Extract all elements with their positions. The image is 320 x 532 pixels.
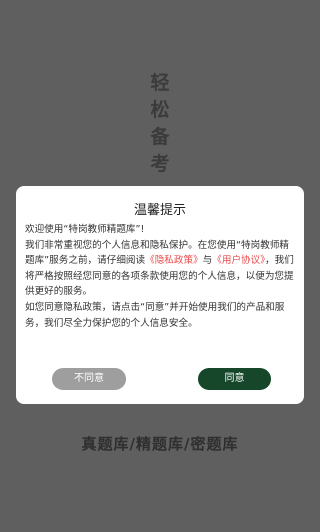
splash-slogan: 轻 松 备 考 <box>148 70 172 178</box>
consent-paragraph: 如您同意隐私政策，请点击“同意”并开始使用我们的产品和服务，我们尽全力保护您的个… <box>25 301 285 329</box>
dialog-title: 温馨提示 <box>133 203 186 218</box>
policy-paragraph: 我们非常重视您的个人信息和隐私保护。在您使用“特岗教师精题库”服务之前，请仔细阅… <box>25 238 297 300</box>
user-agreement-link[interactable]: 《用户协议》 <box>212 255 265 266</box>
agree-button[interactable]: 同意 <box>198 368 271 390</box>
slogan-char: 松 <box>150 99 170 121</box>
welcome-text: 欢迎使用“特岗教师精题库”! <box>25 224 145 235</box>
dialog-body: 欢迎使用“特岗教师精题库”! 我们非常重视您的个人信息和隐私保护。在您使用“特岗… <box>25 222 297 331</box>
privacy-dialog: 温馨提示 欢迎使用“特岗教师精题库”! 我们非常重视您的个人信息和隐私保护。在您… <box>16 186 304 404</box>
decline-button[interactable]: 不同意 <box>52 368 126 390</box>
slogan-char: 轻 <box>150 72 170 94</box>
splash-tagline: 真题库/精题库/密题库 <box>81 435 239 453</box>
policy-text-joiner: 与 <box>202 255 213 267</box>
slogan-char: 考 <box>150 153 170 175</box>
slogan-char: 备 <box>150 126 170 148</box>
privacy-policy-link[interactable]: 《隐私政策》 <box>145 255 203 266</box>
